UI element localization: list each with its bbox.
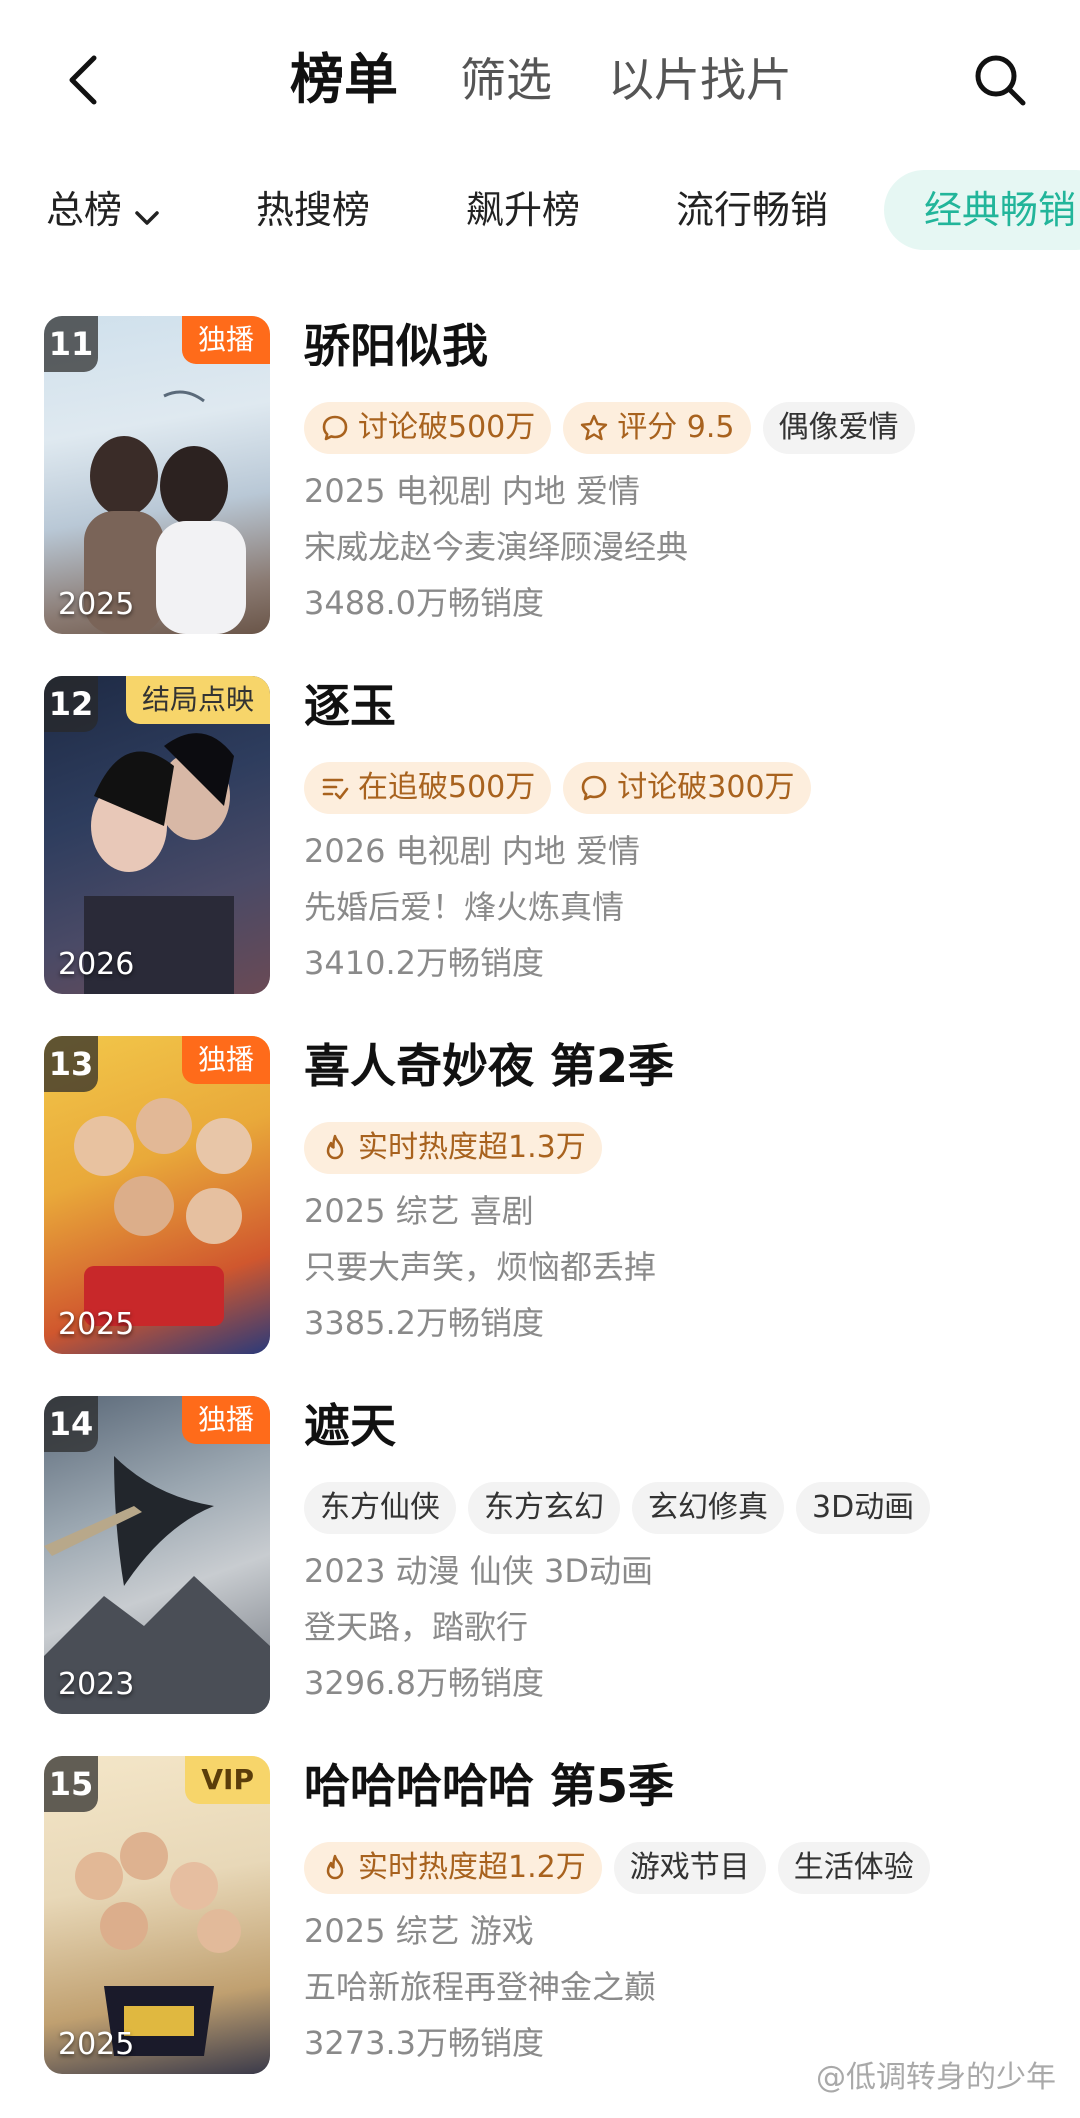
item-description: 宋威龙赵今麦演绎顾漫经典 <box>304 528 689 566</box>
tag-genre: 偶像爱情 <box>762 402 915 454</box>
search-icon <box>975 55 1026 106</box>
poster-year: 2023 <box>58 1667 135 1702</box>
chevron-down-icon <box>134 173 160 253</box>
tag-discussion: 讨论破500万 <box>304 402 552 454</box>
item-sales: 3296.8万畅销度 <box>304 1664 544 1702</box>
star-icon <box>581 414 608 441</box>
poster-year: 2025 <box>58 587 135 622</box>
item-info: 骄阳似我 讨论破500万 评分 9.5 偶像爱情 2025 电视剧 内地 爱情 … <box>304 316 1064 626</box>
poster-year: 2026 <box>58 947 135 982</box>
tag-row: 实时热度超1.3万 <box>304 1122 1064 1174</box>
flame-icon <box>326 1134 344 1160</box>
chat-bubble-icon <box>581 775 607 801</box>
poster-year: 2025 <box>58 1307 135 1342</box>
list-item[interactable]: 12 结局点映 2026 逐玉 在追破500万 讨论破300万 2026 电视剧… <box>0 676 1080 1006</box>
item-info: 哈哈哈哈哈 第5季 实时热度超1.2万 游戏节目 生活体验 2025 综艺 游戏… <box>304 1756 1064 2066</box>
tag-heat: 实时热度超1.3万 <box>304 1122 602 1174</box>
exclusive-badge: 独播 <box>181 1036 270 1084</box>
item-title: 骄阳似我 <box>304 319 488 373</box>
list-item[interactable]: 13 独播 2025 喜人奇妙夜 第2季 实时热度超1.3万 2025 综艺 喜… <box>0 1036 1080 1366</box>
tag-text: 评分 9.5 <box>617 410 735 445</box>
tag-text: 实时热度超1.2万 <box>358 1850 586 1885</box>
exclusive-badge: 独播 <box>181 316 270 364</box>
tag-row: 实时热度超1.2万 游戏节目 生活体验 <box>304 1842 1064 1894</box>
tag-text: 讨论破500万 <box>358 410 536 445</box>
list-item[interactable]: 15 VIP 2025 哈哈哈哈哈 第5季 实时热度超1.2万 游戏节目 生活体… <box>0 1756 1080 2086</box>
poster-year: 2025 <box>58 2027 135 2062</box>
item-title: 哈哈哈哈哈 第5季 <box>304 1759 675 1813</box>
item-meta: 2023 动漫 仙侠 3D动画 <box>304 1552 653 1590</box>
search-button[interactable] <box>960 40 1040 120</box>
list-item[interactable]: 11 独播 2025 骄阳似我 讨论破500万 评分 9.5 偶像爱情 2025… <box>0 316 1080 646</box>
tag-row: 讨论破500万 评分 9.5 偶像爱情 <box>304 402 1064 454</box>
item-meta: 2025 综艺 喜剧 <box>304 1192 534 1230</box>
tag-genre: 3D动画 <box>796 1482 931 1534</box>
tag-text: 在追破500万 <box>358 770 536 805</box>
item-sales: 3385.2万畅销度 <box>304 1304 544 1342</box>
back-arrow-icon <box>69 55 97 105</box>
item-title: 逐玉 <box>304 679 396 733</box>
rank-number: 12 <box>44 676 98 732</box>
flame-icon <box>326 1854 344 1880</box>
item-title: 遮天 <box>304 1399 396 1453</box>
rank-number: 14 <box>44 1396 98 1452</box>
tag-genre: 玄幻修真 <box>632 1482 784 1534</box>
item-meta: 2025 电视剧 内地 爱情 <box>304 472 640 510</box>
back-button[interactable] <box>48 40 118 120</box>
category-bar: 总榜 热搜榜 飙升榜 流行畅销 经典畅销 <box>0 170 1080 260</box>
tag-following: 在追破500万 <box>304 762 552 814</box>
item-info: 喜人奇妙夜 第2季 实时热度超1.3万 2025 综艺 喜剧 只要大声笑，烦恼都… <box>304 1036 1064 1346</box>
item-description: 只要大声笑，烦恼都丢掉 <box>304 1248 657 1286</box>
rank-number: 15 <box>44 1756 98 1812</box>
tag-genre: 游戏节目 <box>613 1842 766 1894</box>
tag-discussion: 讨论破300万 <box>563 762 811 814</box>
watermark: @低调转身的少年 <box>816 2060 1056 2095</box>
item-sales: 3488.0万畅销度 <box>304 584 544 622</box>
item-info: 逐玉 在追破500万 讨论破300万 2026 电视剧 内地 爱情 先婚后爱！烽… <box>304 676 1064 986</box>
poster-thumbnail[interactable]: 11 独播 2025 <box>44 316 270 634</box>
list-check-icon <box>322 778 349 800</box>
category-label: 总榜 <box>46 188 123 232</box>
category-rising[interactable]: 飙升榜 <box>466 170 580 250</box>
tab-find-by-film[interactable]: 以片找片 <box>608 40 792 120</box>
item-description: 先婚后爱！烽火炼真情 <box>304 888 625 926</box>
tag-row: 东方仙侠 东方玄幻 玄幻修真 3D动画 <box>304 1482 1064 1534</box>
category-hot-search[interactable]: 热搜榜 <box>256 170 370 250</box>
tab-ranking[interactable]: 榜单 <box>290 40 398 120</box>
item-title: 喜人奇妙夜 第2季 <box>304 1039 675 1093</box>
tag-text: 讨论破300万 <box>617 770 795 805</box>
item-description: 五哈新旅程再登神金之巅 <box>304 1968 657 2006</box>
item-meta: 2026 电视剧 内地 爱情 <box>304 832 640 870</box>
item-description: 登天路，踏歌行 <box>304 1608 529 1646</box>
vip-badge: VIP <box>185 1756 270 1804</box>
rank-number: 13 <box>44 1036 98 1092</box>
tag-genre: 东方玄幻 <box>468 1482 620 1534</box>
list-item[interactable]: 14 独播 2023 遮天 东方仙侠 东方玄幻 玄幻修真 3D动画 2023 动… <box>0 1396 1080 1726</box>
item-meta: 2025 综艺 游戏 <box>304 1912 534 1950</box>
tab-filter[interactable]: 筛选 <box>460 40 552 120</box>
ranking-page: 榜单 筛选 以片找片 总榜 热搜榜 飙升榜 流行畅销 经典畅销 11 独播 20… <box>0 0 1080 2118</box>
poster-thumbnail[interactable]: 15 VIP 2025 <box>44 1756 270 2074</box>
category-popular-sales[interactable]: 流行畅销 <box>676 170 828 250</box>
poster-thumbnail[interactable]: 13 独播 2025 <box>44 1036 270 1354</box>
rank-number: 11 <box>44 316 98 372</box>
tag-rating: 评分 9.5 <box>563 402 751 454</box>
category-overall[interactable]: 总榜 <box>46 170 160 250</box>
item-info: 遮天 东方仙侠 东方玄幻 玄幻修真 3D动画 2023 动漫 仙侠 3D动画 登… <box>304 1396 1064 1706</box>
chat-bubble-icon <box>322 415 348 441</box>
item-sales: 3410.2万畅销度 <box>304 944 544 982</box>
poster-thumbnail[interactable]: 14 独播 2023 <box>44 1396 270 1714</box>
tag-row: 在追破500万 讨论破300万 <box>304 762 1064 814</box>
tag-genre: 生活体验 <box>777 1842 930 1894</box>
top-nav: 榜单 筛选 以片找片 <box>0 0 1080 160</box>
tag-text: 实时热度超1.3万 <box>358 1130 586 1165</box>
tag-genre: 东方仙侠 <box>304 1482 456 1534</box>
exclusive-badge: 独播 <box>181 1396 270 1444</box>
category-classic-sales[interactable]: 经典畅销 <box>884 170 1080 250</box>
tag-heat: 实时热度超1.2万 <box>304 1842 602 1894</box>
finale-screening-badge: 结局点映 <box>125 676 270 724</box>
poster-thumbnail[interactable]: 12 结局点映 2026 <box>44 676 270 994</box>
